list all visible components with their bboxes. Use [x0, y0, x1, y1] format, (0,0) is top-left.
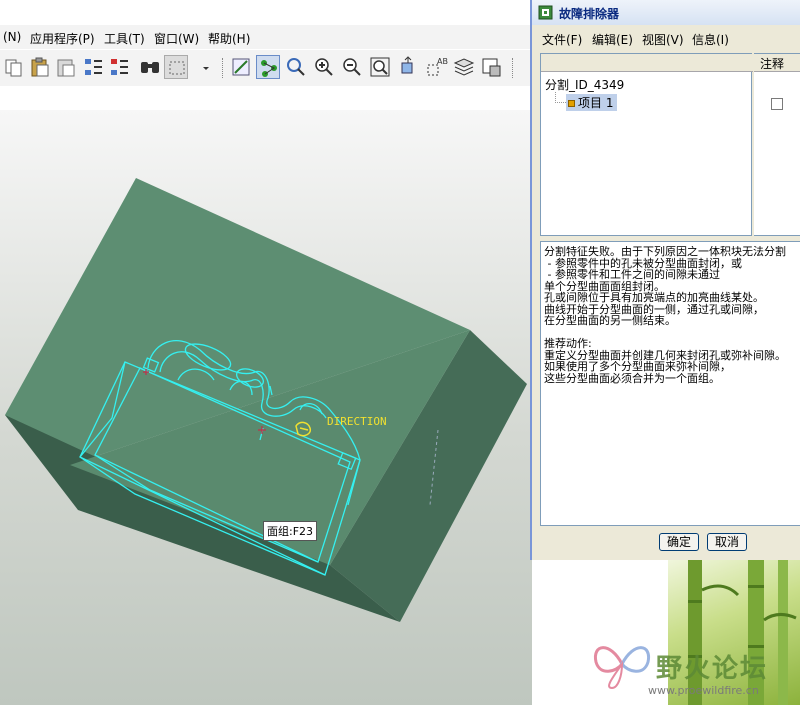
- dialog-menu-view[interactable]: 视图(V): [642, 31, 684, 48]
- dropdown-arrow-icon[interactable]: [194, 55, 209, 79]
- orient-icon[interactable]: [284, 55, 308, 79]
- troubleshooter-dialog: 故障排除器 文件(F) 编辑(E) 视图(V) 信息(I) 分割_ID_4349…: [530, 0, 800, 560]
- spin-center-icon[interactable]: [229, 55, 253, 79]
- menu-item-help[interactable]: 帮助(H): [208, 30, 250, 47]
- message-line: 在分型曲面的另一侧结束。: [544, 314, 676, 327]
- message-line: 如果使用了多个分型曲面来弥补间隙，: [544, 360, 731, 373]
- message-line: 这些分型曲面必须合并为一个面组。: [544, 371, 720, 384]
- watermark-title: 野火论坛: [656, 654, 769, 684]
- dialog-menu-file[interactable]: 文件(F): [542, 31, 582, 48]
- message-line: 分割特征失败。由于下列原因之一体积块无法分割: [544, 246, 786, 258]
- dialog-title: 故障排除器: [559, 7, 620, 21]
- zoom-in-icon[interactable]: [312, 55, 336, 79]
- cancel-button[interactable]: 取消: [707, 533, 747, 551]
- svg-text:AB: AB: [437, 57, 448, 66]
- select-box-icon[interactable]: [164, 55, 188, 79]
- menu-bar: (N) 应用程序(P) 工具(T) 窗口(W) 帮助(H): [0, 25, 532, 49]
- dialog-menu-edit[interactable]: 编辑(E): [592, 31, 633, 48]
- dialog-menu-info[interactable]: 信息(I): [692, 31, 729, 48]
- note-column-header[interactable]: 注释: [754, 54, 800, 72]
- mold-model: DIRECTION: [5, 178, 527, 622]
- message-panel: 分割特征失败。由于下列原因之一体积块无法分割 - 参照零件中的孔未被分型曲面封闭…: [540, 241, 800, 526]
- layers-icon[interactable]: [452, 55, 476, 79]
- tree-item-label: 项目 1: [578, 96, 614, 110]
- tree-item-1[interactable]: 项目 1: [566, 94, 618, 111]
- troubleshooter-tree[interactable]: 分割_ID_4349 项目 1: [540, 53, 753, 236]
- menu-item-window[interactable]: 窗口(W): [154, 30, 199, 47]
- message-line: 孔或间隙位于具有加亮端点的加亮曲线某处。: [544, 291, 764, 304]
- paste-special-icon[interactable]: [54, 55, 78, 79]
- copy-icon[interactable]: [2, 55, 26, 79]
- item-marker-icon: [568, 100, 575, 107]
- tree-root-node[interactable]: 分割_ID_4349: [545, 76, 624, 93]
- message-text: 分割特征失败。由于下列原因之一体积块无法分割 - 参照零件中的孔未被分型曲面封闭…: [544, 246, 800, 384]
- paste-icon[interactable]: [28, 55, 52, 79]
- dialog-titlebar[interactable]: 故障排除器: [532, 0, 800, 25]
- troubleshooter-icon: [538, 5, 553, 20]
- face-tooltip: 面组:F23: [263, 521, 318, 541]
- toolbar-separator: [222, 58, 224, 78]
- menu-item-applications[interactable]: 应用程序(P): [30, 30, 95, 47]
- regenerate-manager-icon[interactable]: [108, 55, 132, 79]
- refit-icon[interactable]: [368, 55, 392, 79]
- note-checkbox[interactable]: [771, 98, 783, 110]
- direction-label: DIRECTION: [327, 415, 387, 428]
- dialog-menu-bar: 文件(F) 编辑(E) 视图(V) 信息(I): [532, 28, 800, 48]
- regenerate-icon[interactable]: [82, 55, 106, 79]
- watermark-url: www.proewildfire.cn: [648, 684, 759, 697]
- menu-item-tools[interactable]: 工具(T): [104, 30, 145, 47]
- butterfly-logo: [593, 646, 651, 690]
- menu-item-n[interactable]: (N): [3, 30, 21, 44]
- reorient-icon[interactable]: [396, 55, 420, 79]
- message-line: 推荐动作:: [544, 337, 592, 350]
- tree-connector: [555, 92, 566, 103]
- toolbar: AB: [0, 50, 532, 86]
- note-column-label: 注释: [760, 57, 785, 71]
- zoom-out-icon[interactable]: [340, 55, 364, 79]
- ok-button[interactable]: 确定: [659, 533, 699, 551]
- view-manager-icon[interactable]: [480, 55, 504, 79]
- datum-icon[interactable]: [256, 55, 280, 79]
- graphics-viewport[interactable]: DIRECTION: [0, 110, 532, 705]
- tree-column-header[interactable]: [541, 54, 753, 72]
- annotation-icon[interactable]: AB: [424, 55, 448, 79]
- message-line: - 参照零件和工件之间的间隙未通过: [544, 268, 720, 281]
- find-icon[interactable]: [138, 55, 162, 79]
- note-column: 注释: [754, 53, 800, 236]
- toolbar-separator: [512, 58, 514, 78]
